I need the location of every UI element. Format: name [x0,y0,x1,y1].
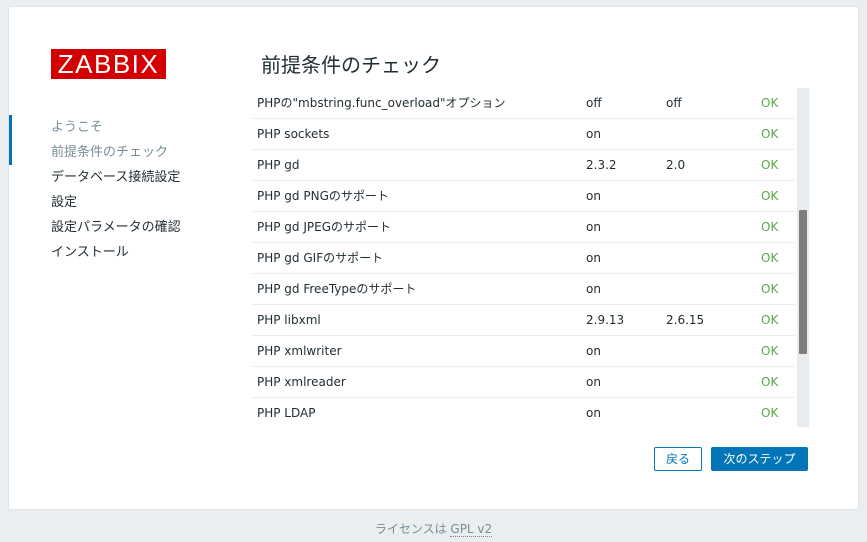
scrollbar-thumb[interactable] [799,210,807,354]
check-name: PHP gd PNGのサポート [257,189,389,203]
table-row: PHP gd FreeTypeのサポート on OK [252,274,795,305]
zabbix-logo: ZABBIX [51,49,166,79]
prerequisites-table[interactable]: PHPの"mbstring.func_overload"オプション off of… [252,88,809,427]
setup-steps-nav: ようこそ 前提条件のチェック データベース接続設定 設定 設定パラメータの確認 … [9,115,209,265]
license-text: ライセンスは [374,522,451,536]
check-result: OK [761,158,779,172]
check-result: OK [761,96,779,110]
table-row: PHP LDAP on OK [252,398,795,427]
next-step-button[interactable]: 次のステップ [711,447,808,471]
table-row: PHP xmlreader on OK [252,367,795,398]
check-name: PHP libxml [257,313,321,327]
check-result: OK [761,375,779,389]
check-name: PHP gd GIFのサポート [257,251,384,265]
current-value: on [586,282,601,296]
required-value: 2.6.15 [666,313,705,327]
current-value: on [586,406,601,420]
table-row: PHP gd 2.3.2 2.0 OK [252,150,795,181]
table-row: PHP libxml 2.9.13 2.6.15 OK [252,305,795,336]
license-footer: ライセンスは GPL v2 [0,520,867,537]
license-link[interactable]: GPL v2 [450,522,493,537]
check-result: OK [761,127,779,141]
current-value: off [586,96,602,110]
check-name: PHP xmlreader [257,375,346,389]
current-value: 2.9.13 [586,313,625,327]
required-value: 2.0 [666,158,686,172]
current-value: on [586,220,601,234]
check-result: OK [761,220,779,234]
current-value: 2.3.2 [586,158,617,172]
check-name: PHP gd [257,158,300,172]
nav-step-install: インストール [51,245,129,260]
check-name: PHP gd JPEGのサポート [257,220,392,234]
table-row: PHP sockets on OK [252,119,795,150]
current-value: on [586,344,601,358]
current-value: on [586,251,601,265]
current-value: on [586,375,601,389]
nav-step-db-connection: データベース接続設定 [51,170,181,185]
nav-step-welcome: ようこそ [51,120,104,135]
check-result: OK [761,282,779,296]
check-result: OK [761,251,779,265]
check-result: OK [761,344,779,358]
required-value: off [666,96,682,110]
table-row: PHP xmlwriter on OK [252,336,795,367]
back-button[interactable]: 戻る [654,447,702,471]
current-value: on [586,127,601,141]
check-name: PHP gd FreeTypeのサポート [257,282,417,296]
nav-step-prerequisites: 前提条件のチェック [9,115,209,165]
page-title: 前提条件のチェック [261,53,441,77]
check-result: OK [761,189,779,203]
check-name: PHP LDAP [257,406,316,420]
table-row: PHPの"mbstring.func_overload"オプション off of… [252,88,795,119]
check-name: PHP sockets [257,127,330,141]
check-result: OK [761,406,779,420]
table-row: PHP gd GIFのサポート on OK [252,243,795,274]
nav-step-settings: 設定 [51,195,78,210]
table-row: PHP gd JPEGのサポート on OK [252,212,795,243]
nav-step-summary: 設定パラメータの確認 [51,220,181,235]
check-name: PHP xmlwriter [257,344,342,358]
table-row: PHP gd PNGのサポート on OK [252,181,795,212]
check-result: OK [761,313,779,327]
check-name: PHPの"mbstring.func_overload"オプション [257,96,506,110]
table-scrollbar[interactable] [797,88,809,427]
current-value: on [586,189,601,203]
